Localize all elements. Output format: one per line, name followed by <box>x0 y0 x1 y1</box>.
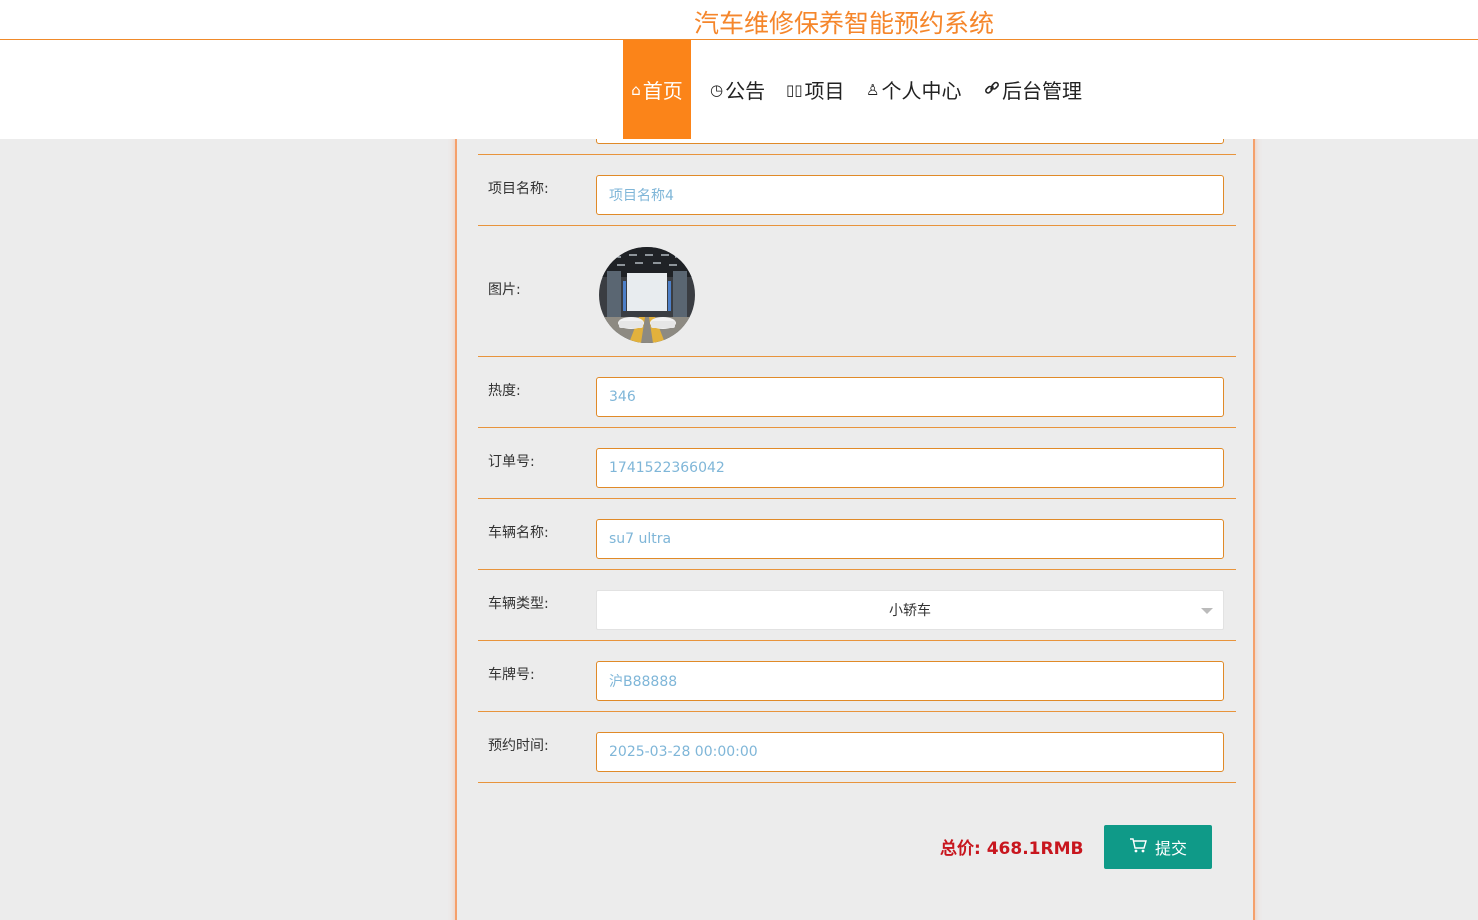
nav-item-label: 首页 <box>642 79 683 103</box>
order-form-panel: 项目名称: 项目名称4 图片: 热度: 346 订单号: 17415223660… <box>455 100 1255 920</box>
nav-item-notice[interactable]: ◷ 公告 <box>710 40 765 139</box>
form-row-heat: 热度: 346 <box>478 357 1236 428</box>
chevron-down-icon <box>1201 608 1213 614</box>
site-title: 汽车维修保养智能预约系统 <box>693 9 994 38</box>
order-number-input[interactable]: 1741522366042 <box>596 448 1224 488</box>
form-row-appointment-time: 预约时间: 2025-03-28 00:00:00 <box>478 712 1236 783</box>
plate-input[interactable]: 沪B88888 <box>596 661 1224 701</box>
form-row-order-number: 订单号: 1741522366042 <box>478 428 1236 499</box>
image-label: 图片: <box>488 282 521 298</box>
home-icon: ⌂ <box>631 80 641 99</box>
appointment-time-input[interactable]: 2025-03-28 00:00:00 <box>596 732 1224 772</box>
vehicle-name-label: 车辆名称: <box>488 525 549 541</box>
vehicle-type-select[interactable]: 小轿车 <box>596 590 1224 630</box>
vehicle-type-value: 小轿车 <box>889 603 931 619</box>
submit-label: 提交 <box>1154 839 1187 858</box>
form-row-image: 图片: <box>478 226 1236 357</box>
title-bar: 汽车维修保养智能预约系统 <box>0 0 1478 40</box>
project-name-label: 项目名称: <box>488 181 549 197</box>
nav-item-label: 公告 <box>725 79 766 103</box>
nav-item-profile[interactable]: ♙ 个人中心 <box>866 40 961 139</box>
user-icon: ♙ <box>866 80 880 99</box>
cart-icon <box>1129 837 1147 857</box>
vehicle-name-input[interactable]: su7 ultra <box>596 519 1224 559</box>
nav-item-label: 项目 <box>804 79 845 103</box>
clock-icon: ◷ <box>710 80 724 99</box>
form-row-vehicle-name: 车辆名称: su7 ultra <box>478 499 1236 570</box>
link-icon <box>984 80 1000 100</box>
nav-item-project[interactable]: ▯▯ 项目 <box>786 40 845 139</box>
total-price: 总价: 468.1RMB <box>940 839 1084 859</box>
project-image <box>599 247 695 343</box>
heat-input[interactable]: 346 <box>596 377 1224 417</box>
submit-button[interactable]: 提交 <box>1104 825 1212 869</box>
columns-icon: ▯▯ <box>786 80 803 99</box>
plate-label: 车牌号: <box>488 667 535 683</box>
form-row-vehicle-type: 车辆类型: 小轿车 <box>478 570 1236 641</box>
project-name-input[interactable]: 项目名称4 <box>596 175 1224 215</box>
appointment-time-label: 预约时间: <box>488 738 549 754</box>
nav-item-home[interactable]: ⌂ 首页 <box>623 40 691 139</box>
order-number-label: 订单号: <box>488 454 535 470</box>
form-row-plate: 车牌号: 沪B88888 <box>478 641 1236 712</box>
nav-item-label: 个人中心 <box>881 79 962 103</box>
nav-item-label: 后台管理 <box>1002 79 1082 103</box>
nav-item-admin[interactable]: 后台管理 <box>984 40 1082 139</box>
heat-label: 热度: <box>488 383 521 399</box>
form-row-project-name: 项目名称: 项目名称4 <box>478 155 1236 226</box>
vehicle-type-label: 车辆类型: <box>488 596 549 612</box>
main-nav: ⌂ 首页 ◷ 公告 ▯▯ 项目 ♙ 个人中心 后台管理 <box>0 40 1478 139</box>
